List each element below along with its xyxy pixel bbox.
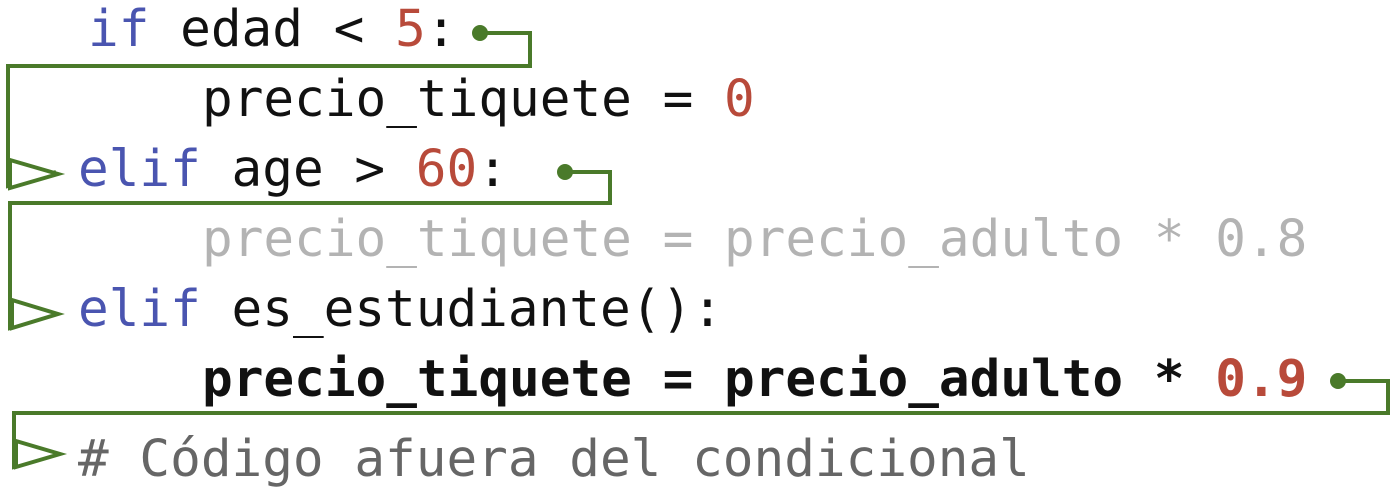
flow-start-dot-if <box>472 25 488 41</box>
code-line-comment: # Código afuera del condicional <box>78 430 1030 490</box>
colon: : <box>477 140 508 199</box>
code-line-skipped-assign: precio_tiquete = precio_adulto * 0.8 <box>202 210 1307 270</box>
code-line-elif-student: elif es_estudiante(): <box>78 280 723 340</box>
keyword-elif: elif <box>78 140 201 199</box>
code-line-executed-assign: precio_tiquete = precio_adulto * 0.9 <box>202 350 1307 410</box>
assignment-text: precio_tiquete = <box>202 70 724 129</box>
flow-start-dot-elif <box>557 164 573 180</box>
code-line-assign-zero: precio_tiquete = 0 <box>202 70 755 130</box>
code-flow-diagram: if edad < 5: precio_tiquete = 0 elif age… <box>0 0 1392 490</box>
keyword-elif: elif <box>78 280 201 339</box>
keyword-if: if <box>88 0 150 59</box>
number-literal: 0 <box>723 70 755 129</box>
condition-text: es_estudiante(): <box>200 280 723 339</box>
comment-text: # Código afuera del condicional <box>78 430 1030 489</box>
colon: : <box>425 0 457 59</box>
condition-text: age > <box>200 140 416 199</box>
executed-assignment-text: precio_tiquete = precio_adulto * <box>202 350 1216 409</box>
skipped-assignment-text: precio_tiquete = precio_adulto * 0.8 <box>202 210 1308 269</box>
arrowhead-elif-2 <box>10 297 65 331</box>
flow-start-dot-branch <box>1330 373 1346 389</box>
number-literal: 60 <box>415 140 478 199</box>
arrowhead-exit <box>14 438 68 470</box>
condition-text: edad < <box>149 0 396 59</box>
arrowhead-elif-1 <box>8 157 66 191</box>
number-literal: 5 <box>395 0 426 59</box>
code-line-elif-age: elif age > 60: <box>78 140 508 200</box>
number-literal: 0.9 <box>1215 350 1308 409</box>
code-line-if: if edad < 5: <box>88 0 457 60</box>
